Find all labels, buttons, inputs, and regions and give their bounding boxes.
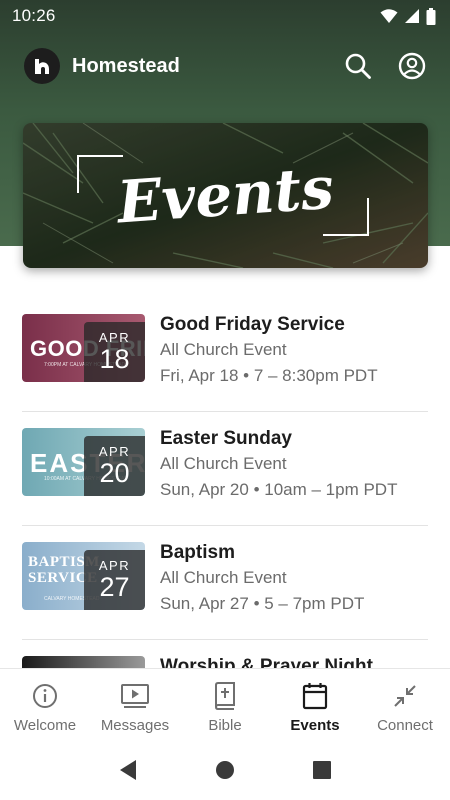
event-title: Easter Sunday xyxy=(160,428,292,449)
event-row-3[interactable]: Worship & Prayer Night xyxy=(22,640,428,668)
system-navigation-bar xyxy=(0,740,450,800)
nav-item-welcome[interactable]: Welcome xyxy=(0,669,90,734)
event-type: All Church Event xyxy=(160,568,287,587)
search-button[interactable] xyxy=(342,50,374,82)
info-circle-icon xyxy=(33,684,57,708)
date-badge: APR 20 xyxy=(84,436,145,496)
nav-item-connect[interactable]: Connect xyxy=(360,669,450,734)
back-icon[interactable] xyxy=(118,759,138,781)
event-thumbnail: EASTER 10:00AM AT CALVARY HOMESTEAD APR … xyxy=(22,428,145,496)
arrows-in-icon xyxy=(394,685,416,707)
profile-button[interactable] xyxy=(396,50,428,82)
status-time: 10:26 xyxy=(12,6,56,25)
wifi-icon xyxy=(380,9,398,23)
event-time: Fri, Apr 18 • 7 – 8:30pm PDT xyxy=(160,366,378,385)
event-thumbnail xyxy=(22,656,145,668)
date-month: APR xyxy=(98,444,131,459)
date-month: APR xyxy=(98,558,131,573)
events-banner: Events xyxy=(23,123,428,268)
event-type: All Church Event xyxy=(160,340,287,359)
account-circle-icon xyxy=(398,52,426,80)
nav-item-bible[interactable]: Bible xyxy=(180,669,270,734)
bible-book-icon xyxy=(215,682,235,710)
date-badge: APR 18 xyxy=(84,322,145,382)
events-list: GOOD FRIDAY 7:00PM AT CALVARY HOMESTEAD … xyxy=(0,298,450,668)
date-badge: APR 27 xyxy=(84,550,145,610)
nav-label-messages: Messages xyxy=(100,717,170,734)
event-time: Sun, Apr 27 • 5 – 7pm PDT xyxy=(160,594,365,613)
event-row-0[interactable]: GOOD FRIDAY 7:00PM AT CALVARY HOMESTEAD … xyxy=(22,298,428,412)
nav-item-messages[interactable]: Messages xyxy=(90,669,180,734)
date-month: APR xyxy=(98,330,131,345)
status-bar: 10:26 xyxy=(0,0,450,32)
event-row-2[interactable]: BAPTISM SERVICE CALVARY HOMESTEAD APR 27… xyxy=(22,526,428,640)
status-icons xyxy=(380,7,436,25)
recents-icon[interactable] xyxy=(312,760,332,780)
signal-icon xyxy=(405,9,419,23)
date-day: 20 xyxy=(99,458,130,488)
event-row-1[interactable]: EASTER 10:00AM AT CALVARY HOMESTEAD APR … xyxy=(22,412,428,526)
calendar-icon xyxy=(302,683,328,710)
bottom-navigation: Welcome Messages Bible Events Connect xyxy=(0,668,450,738)
nav-label-events: Events xyxy=(290,717,340,734)
event-thumbnail: BAPTISM SERVICE CALVARY HOMESTEAD APR 27 xyxy=(22,542,145,610)
play-video-icon xyxy=(121,684,149,708)
nav-item-events[interactable]: Events xyxy=(270,669,360,734)
battery-icon xyxy=(426,7,436,25)
nav-label-bible: Bible xyxy=(208,717,242,734)
home-logo-icon xyxy=(35,59,49,74)
event-title: Good Friday Service xyxy=(160,314,345,335)
event-title: Baptism xyxy=(160,542,235,563)
nav-label-welcome: Welcome xyxy=(13,717,77,734)
nav-label-connect: Connect xyxy=(377,717,433,734)
event-type: All Church Event xyxy=(160,454,287,473)
search-icon xyxy=(345,53,371,79)
pine-branches-image: Events xyxy=(23,123,428,268)
app-bar: Homestead xyxy=(0,40,450,92)
event-title: Worship & Prayer Night xyxy=(160,656,373,668)
church-logo[interactable] xyxy=(24,48,60,84)
date-day: 18 xyxy=(99,344,130,374)
event-thumbnail: GOOD FRIDAY 7:00PM AT CALVARY HOMESTEAD … xyxy=(22,314,145,382)
app-title: Homestead xyxy=(72,54,180,77)
date-day: 27 xyxy=(99,572,130,602)
event-time: Sun, Apr 20 • 10am – 1pm PDT xyxy=(160,480,398,499)
home-icon[interactable] xyxy=(215,760,235,780)
